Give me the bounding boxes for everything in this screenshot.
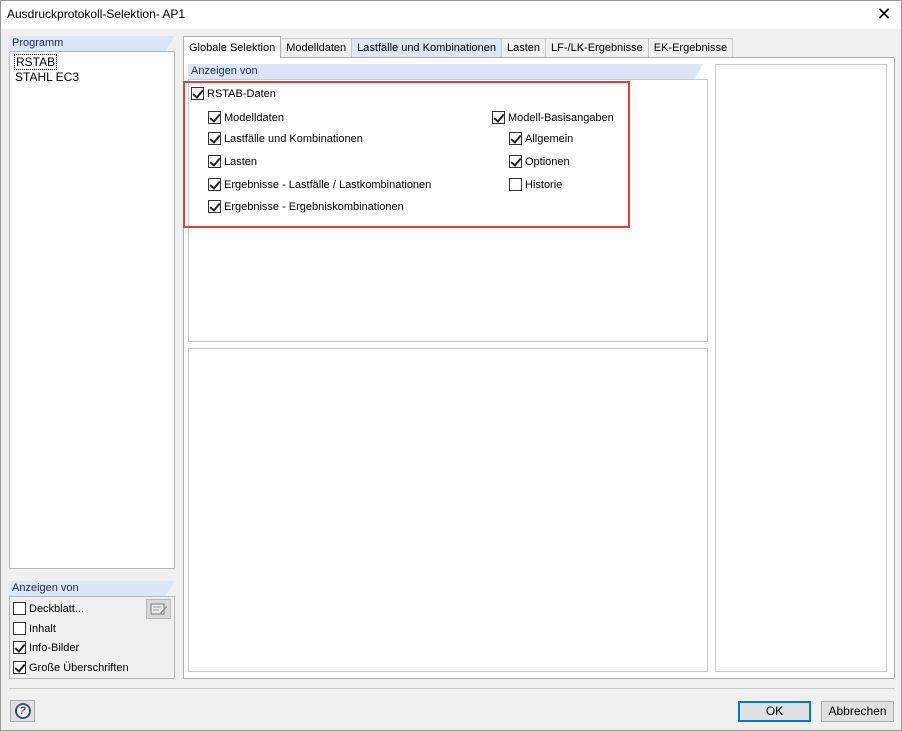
grosse-ueberschriften-checkbox-row[interactable]: Große Überschriften — [13, 661, 129, 674]
ok-button[interactable]: OK — [738, 701, 811, 722]
info-bilder-checkbox-row[interactable]: Info-Bilder — [13, 641, 79, 654]
help-icon: ? — [14, 703, 31, 719]
dialog-window: Ausdruckprotokoll-Selektion- AP1 ✕ Progr… — [0, 0, 902, 731]
edit-cover-button[interactable] — [146, 599, 171, 619]
title-bar: Ausdruckprotokoll-Selektion- AP1 ✕ — [1, 1, 901, 29]
tab-globale-selektion[interactable]: Globale Selektion — [183, 36, 282, 58]
tab-lf-lk-ergebnisse[interactable]: LF-/LK-Ergebnisse — [545, 38, 649, 58]
deckblatt-checkbox-row[interactable]: Deckblatt... — [13, 602, 84, 615]
inhalt-checkbox-row[interactable]: Inhalt — [13, 622, 56, 635]
selection-group-header: Anzeigen von — [188, 64, 703, 79]
deckblatt-checkbox[interactable] — [13, 602, 26, 615]
tab-ek-ergebnisse[interactable]: EK-Ergebnisse — [647, 38, 734, 58]
program-item-stahl-ec3[interactable]: STAHL EC3 — [14, 70, 80, 84]
selection-lower-area — [188, 348, 708, 672]
close-icon[interactable]: ✕ — [873, 3, 895, 25]
tab-lasten[interactable]: Lasten — [501, 38, 547, 58]
tab-strip: Globale Selektion Modelldaten Lastfälle … — [183, 36, 734, 58]
grosse-ueberschriften-label: Große Überschriften — [29, 661, 129, 674]
program-list: RSTAB STAHL EC3 — [9, 51, 175, 569]
info-bilder-label: Info-Bilder — [29, 641, 80, 654]
highlight-frame — [183, 81, 630, 228]
selection-right-area — [715, 64, 887, 672]
display-group-header: Anzeigen von — [9, 581, 174, 596]
edit-cover-icon — [150, 603, 167, 615]
program-group-header: Programm — [9, 36, 174, 51]
info-bilder-checkbox[interactable] — [13, 641, 26, 654]
window-title: Ausdruckprotokoll-Selektion- AP1 — [7, 7, 186, 21]
program-item-rstab[interactable]: RSTAB — [14, 54, 58, 70]
grosse-ueberschriften-checkbox[interactable] — [13, 661, 26, 674]
footer-separator — [9, 688, 895, 689]
deckblatt-label: Deckblatt... — [29, 602, 85, 615]
tab-lastfaelle-und-kombinationen[interactable]: Lastfälle und Kombinationen — [351, 38, 502, 58]
inhalt-checkbox[interactable] — [13, 622, 26, 635]
tab-modelldaten[interactable]: Modelldaten — [280, 38, 353, 58]
cancel-button[interactable]: Abbrechen — [821, 701, 894, 722]
help-button[interactable]: ? — [10, 700, 35, 722]
inhalt-label: Inhalt — [29, 622, 56, 635]
